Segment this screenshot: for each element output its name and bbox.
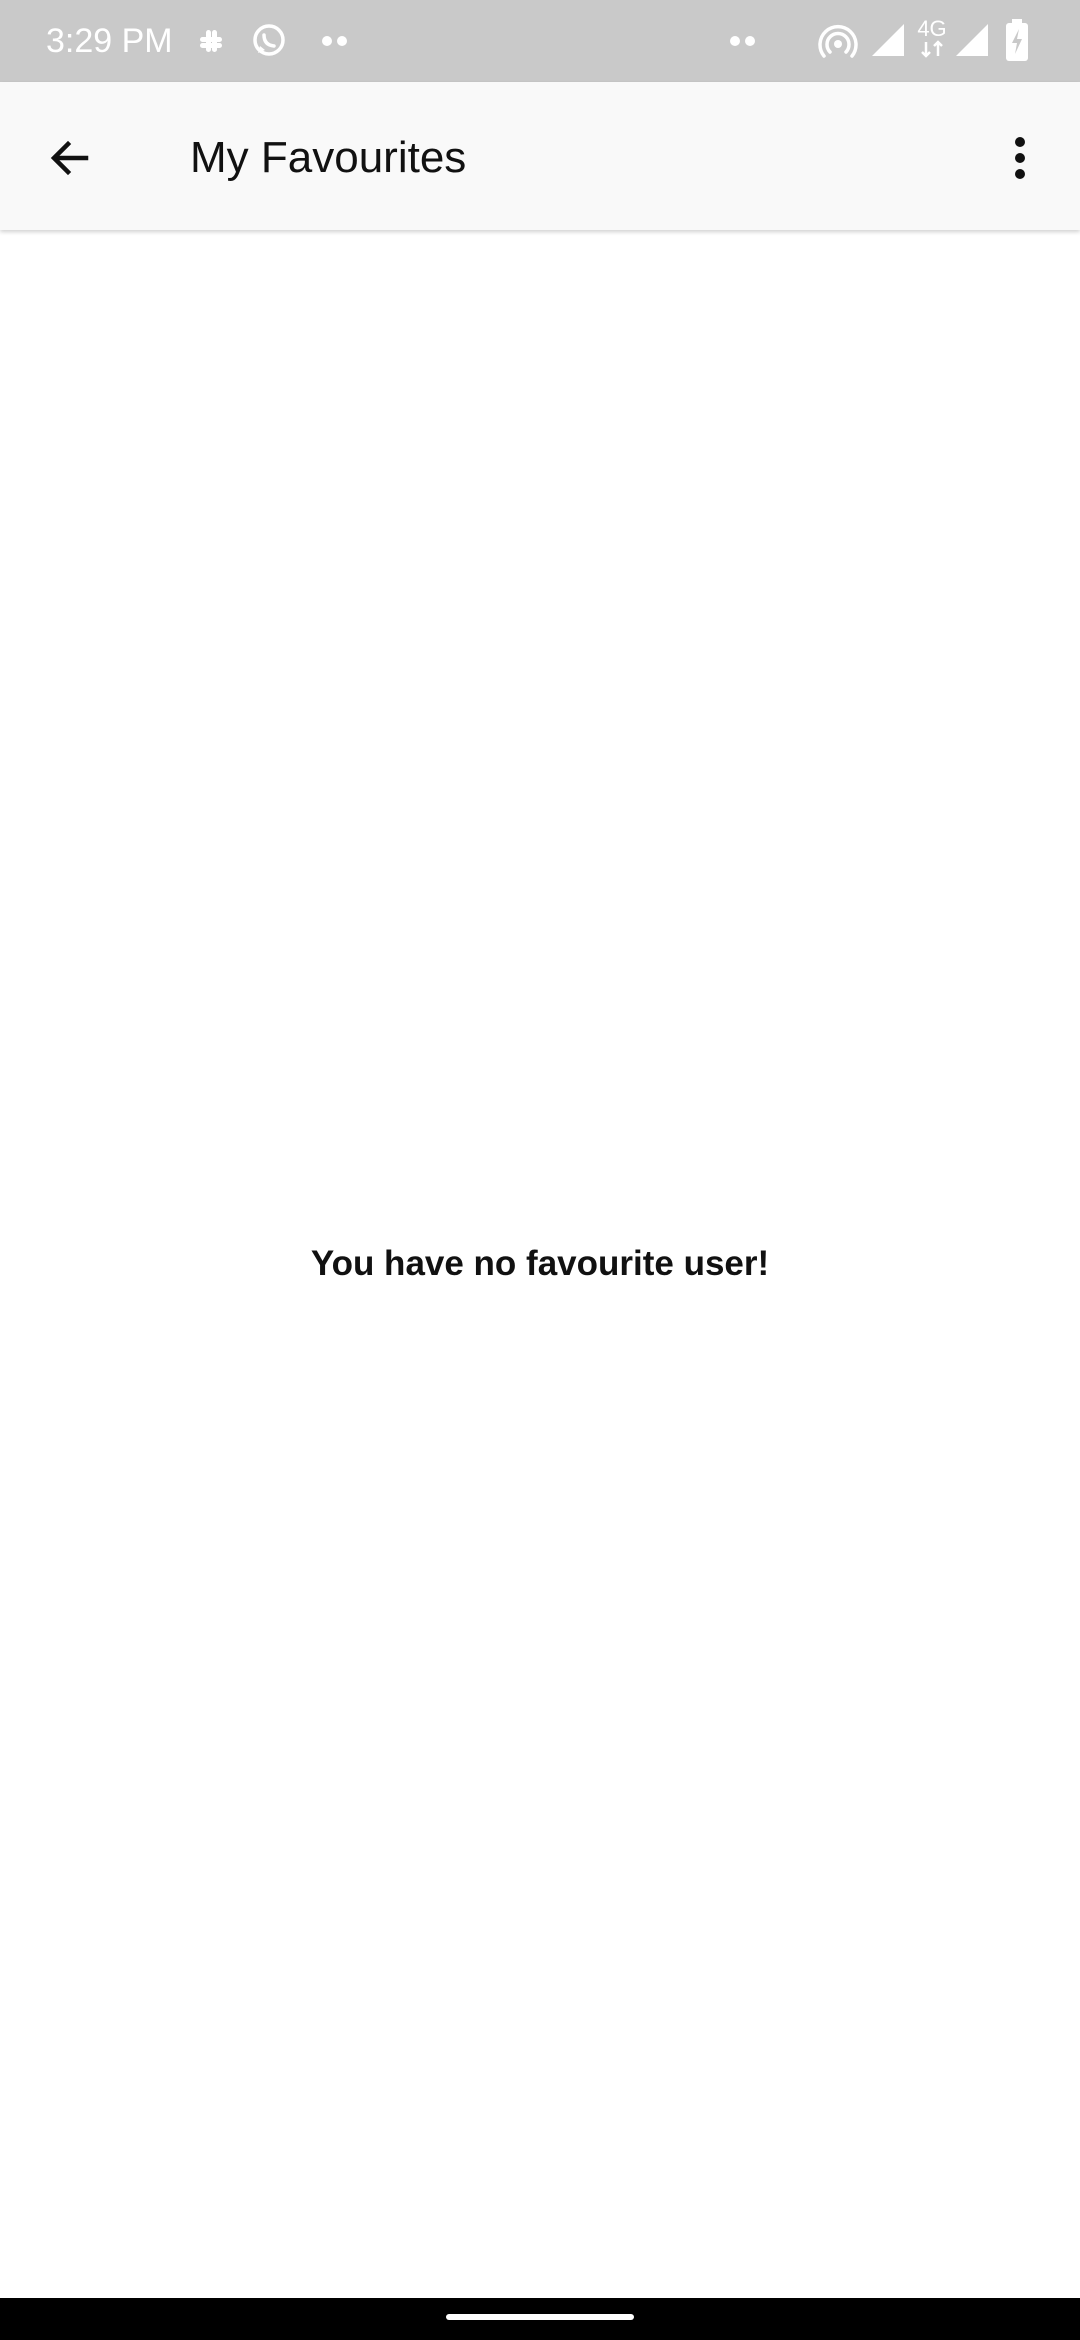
app-bar: My Favourites: [0, 82, 1080, 230]
whatsapp-icon: [253, 24, 285, 56]
arrow-back-icon: [50, 140, 89, 176]
network-type-label: 4G: [917, 16, 947, 41]
back-button[interactable]: [30, 118, 110, 198]
wifi-signal-icon: [872, 24, 904, 56]
page-title: My Favourites: [190, 133, 467, 182]
navigation-bar: [0, 2298, 1080, 2340]
status-bar: 3:29 PM 4G: [0, 0, 1080, 82]
more-dots-icon: [730, 36, 755, 46]
slack-icon: [200, 30, 222, 52]
battery-charging-icon: [1006, 19, 1028, 61]
empty-state-message: You have no favourite user!: [310, 1244, 770, 1283]
status-time: 3:29 PM: [46, 22, 173, 60]
hotspot-icon: [818, 25, 858, 58]
favourites-list-area: You have no favourite user!: [0, 230, 1080, 2298]
overflow-menu-button[interactable]: [980, 118, 1060, 198]
home-gesture-handle[interactable]: [446, 2314, 634, 2320]
cellular-signal-icon: [956, 24, 988, 56]
more-notifications-icon: [322, 36, 347, 46]
cellular-4g-icon: 4G: [914, 18, 950, 62]
more-vert-icon: [1015, 137, 1025, 179]
screen: 3:29 PM 4G My Favourites You have no fav…: [0, 0, 1080, 2340]
